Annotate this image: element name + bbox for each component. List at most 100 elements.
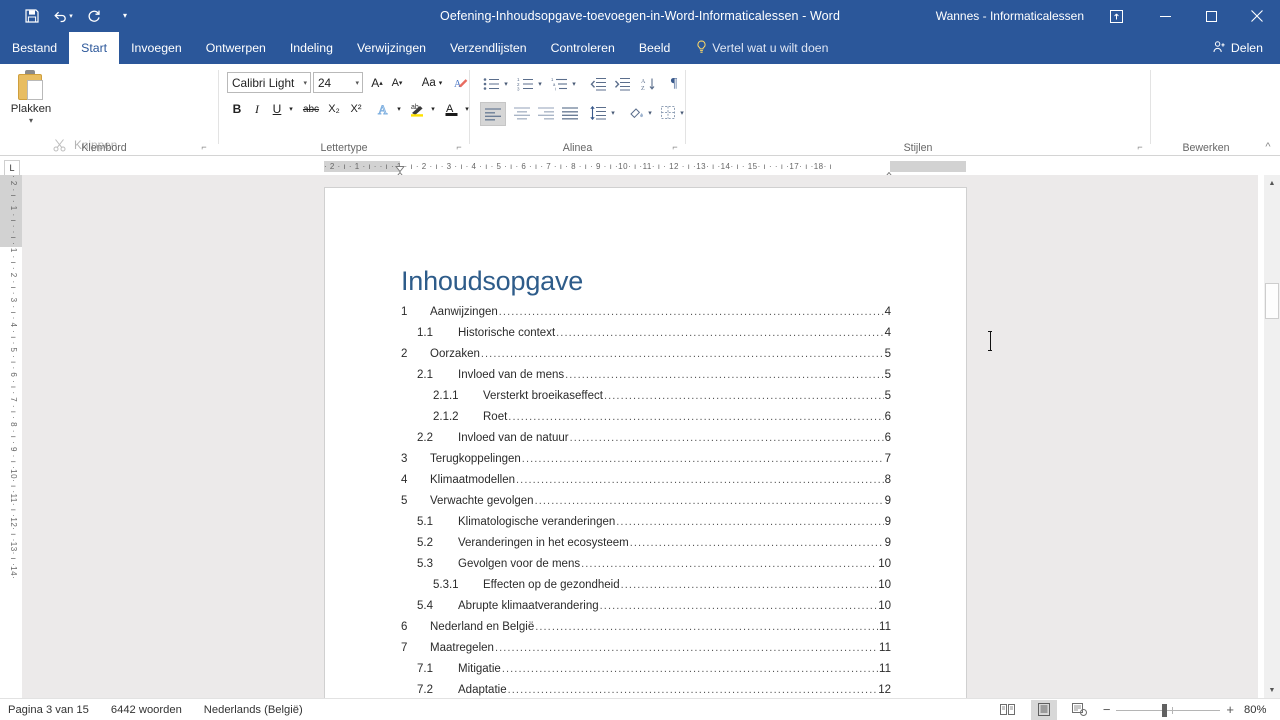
numbering-caret[interactable]: ▾ bbox=[534, 73, 546, 95]
paste-button[interactable]: Plakken ▾ bbox=[10, 68, 52, 134]
text-highlight-caret[interactable]: ▾ bbox=[427, 98, 439, 120]
tab-controleren[interactable]: Controleren bbox=[539, 32, 627, 64]
paste-dropdown-caret[interactable]: ▾ bbox=[29, 116, 33, 125]
toc-entry[interactable]: 5.3.1 Effecten op de gezondheid..........… bbox=[401, 579, 891, 600]
toc-entry[interactable]: 5.1 Klimatologische veranderingen........… bbox=[401, 516, 891, 537]
font-color-button[interactable]: A bbox=[441, 98, 463, 120]
toc-entry[interactable]: 1 Aanwijzingen...........................… bbox=[401, 306, 891, 327]
justify-button[interactable] bbox=[558, 102, 582, 124]
font-name-caret[interactable]: ▾ bbox=[303, 79, 307, 87]
styles-dialog-launcher[interactable]: ⌐ bbox=[1134, 141, 1146, 153]
toc-entry[interactable]: 6 Nederland en België....................… bbox=[401, 621, 891, 642]
align-right-button[interactable] bbox=[534, 102, 558, 124]
zoom-thumb[interactable] bbox=[1162, 703, 1168, 717]
align-center-button[interactable] bbox=[510, 102, 534, 124]
toc-entry[interactable]: 5.2 Veranderingen in het ecosysteem......… bbox=[401, 537, 891, 558]
page-indicator[interactable]: Pagina 3 van 15 bbox=[8, 704, 89, 716]
sort-button[interactable]: AZ bbox=[638, 73, 660, 95]
align-left-button[interactable] bbox=[480, 102, 506, 126]
toc-entry[interactable]: 3 Terugkoppelingen.......................… bbox=[401, 453, 891, 474]
document-page[interactable]: Inhoudsopgave 1 Aanwijzingen.............… bbox=[325, 188, 966, 720]
font-size-caret[interactable]: ▾ bbox=[355, 79, 359, 87]
shading-button[interactable] bbox=[624, 102, 646, 124]
word-count[interactable]: 6442 woorden bbox=[111, 704, 182, 716]
bullets-button[interactable] bbox=[480, 73, 502, 95]
toc-entry[interactable]: 5.3 Gevolgen voor de mens................… bbox=[401, 558, 891, 579]
tab-stop-selector[interactable]: L bbox=[4, 160, 20, 176]
document-canvas[interactable]: Inhoudsopgave 1 Aanwijzingen.............… bbox=[22, 175, 1258, 720]
zoom-slider[interactable]: − + bbox=[1103, 702, 1234, 717]
grow-font-button[interactable]: A ▴ bbox=[367, 72, 387, 94]
share-button[interactable]: Delen bbox=[1203, 36, 1272, 60]
toc-entry[interactable]: 1.1 Historische context..................… bbox=[401, 327, 891, 348]
scroll-down-button[interactable]: ▼ bbox=[1264, 682, 1280, 698]
zoom-in-button[interactable]: + bbox=[1226, 702, 1234, 717]
paragraph-dialog-launcher[interactable]: ⌐ bbox=[669, 141, 681, 153]
line-spacing-button[interactable] bbox=[587, 102, 609, 124]
text-effects-caret[interactable]: ▾ bbox=[393, 98, 405, 120]
clear-formatting-button[interactable]: A bbox=[451, 72, 471, 94]
scroll-up-button[interactable]: ▲ bbox=[1264, 175, 1280, 191]
show-formatting-marks-button[interactable]: ¶ bbox=[665, 73, 683, 95]
multilevel-list-caret[interactable]: ▾ bbox=[568, 73, 580, 95]
increase-indent-button[interactable] bbox=[611, 73, 633, 95]
toc-entry[interactable]: 5 Verwachte gevolgen.....................… bbox=[401, 495, 891, 516]
toc-entry[interactable]: 2.1.2 Roet...............................… bbox=[401, 411, 891, 432]
superscript-button[interactable]: X² bbox=[345, 98, 367, 120]
tab-ontwerpen[interactable]: Ontwerpen bbox=[194, 32, 278, 64]
bullets-caret[interactable]: ▾ bbox=[500, 73, 512, 95]
underline-caret[interactable]: ▾ bbox=[285, 98, 297, 120]
tab-bestand[interactable]: Bestand bbox=[0, 32, 69, 64]
zoom-out-button[interactable]: − bbox=[1103, 702, 1111, 717]
account-name[interactable]: Wannes - Informaticalessen bbox=[936, 0, 1084, 32]
font-size-box[interactable]: 24 ▾ bbox=[313, 72, 363, 93]
zoom-track[interactable] bbox=[1116, 703, 1221, 717]
change-case-button[interactable]: Aa ▾ bbox=[415, 72, 449, 94]
borders-button[interactable] bbox=[658, 102, 678, 124]
table-of-contents[interactable]: 1 Aanwijzingen...........................… bbox=[401, 306, 891, 705]
language-indicator[interactable]: Nederlands (België) bbox=[204, 704, 303, 716]
text-highlight-button[interactable]: ab bbox=[407, 98, 429, 120]
toc-entry[interactable]: 2.2 Invloed van de natuur................… bbox=[401, 432, 891, 453]
toc-entry[interactable]: 2.1.1 Versterkt broeikaseffect...........… bbox=[401, 390, 891, 411]
shrink-font-button[interactable]: A ▾ bbox=[387, 72, 407, 94]
horizontal-ruler[interactable]: · 2 · ı · 1 · ı · · ı · 1 · ı · 2 · ı · … bbox=[0, 157, 1280, 183]
tab-invoegen[interactable]: Invoegen bbox=[119, 32, 194, 64]
ribbon-display-options-button[interactable] bbox=[1096, 0, 1136, 32]
tab-verzendlijsten[interactable]: Verzendlijsten bbox=[438, 32, 539, 64]
vertical-ruler[interactable]: · 2 · ı · 1 · ı · · ı · 1 · ı · 2 · ı · … bbox=[0, 175, 22, 698]
tab-beeld[interactable]: Beeld bbox=[627, 32, 682, 64]
right-indent-marker[interactable] bbox=[883, 165, 895, 178]
tab-start[interactable]: Start bbox=[69, 32, 120, 64]
font-name-box[interactable]: Calibri Light ▾ bbox=[227, 72, 311, 93]
collapse-ribbon-button[interactable]: ^ bbox=[1262, 141, 1274, 153]
subscript-button[interactable]: X₂ bbox=[323, 98, 345, 120]
decrease-indent-button[interactable] bbox=[587, 73, 609, 95]
vertical-scrollbar[interactable]: ▲ ▼ bbox=[1264, 175, 1280, 698]
toc-entry[interactable]: 7 Maatregelen............................… bbox=[401, 642, 891, 663]
tell-me-box[interactable]: Vertel wat u wilt doen bbox=[682, 32, 838, 64]
toc-entry[interactable]: 2.1 Invloed van de mens..................… bbox=[401, 369, 891, 390]
close-button[interactable] bbox=[1234, 0, 1280, 32]
tab-indeling[interactable]: Indeling bbox=[278, 32, 345, 64]
toc-entry[interactable]: 7.1 Mitigatie............................… bbox=[401, 663, 891, 684]
text-effects-button[interactable]: A bbox=[375, 98, 395, 120]
toc-entry[interactable]: 2 Oorzaken...............................… bbox=[401, 348, 891, 369]
font-dialog-launcher[interactable]: ⌐ bbox=[453, 141, 465, 153]
maximize-button[interactable] bbox=[1188, 0, 1234, 32]
underline-button[interactable]: U bbox=[267, 98, 287, 120]
shading-caret[interactable]: ▾ bbox=[644, 102, 656, 124]
web-layout-button[interactable] bbox=[1067, 700, 1093, 720]
toc-entry[interactable]: 5.4 Abrupte klimaatverandering...........… bbox=[401, 600, 891, 621]
clipboard-dialog-launcher[interactable]: ⌐ bbox=[198, 141, 210, 153]
read-mode-button[interactable] bbox=[995, 700, 1021, 720]
scrollbar-thumb[interactable] bbox=[1265, 283, 1279, 319]
bold-button[interactable]: B bbox=[227, 98, 247, 120]
strikethrough-button[interactable]: abc bbox=[299, 98, 323, 120]
multilevel-list-button[interactable]: 1ai bbox=[548, 73, 570, 95]
italic-button[interactable]: I bbox=[247, 98, 267, 120]
toc-entry[interactable]: 4 Klimaatmodellen........................… bbox=[401, 474, 891, 495]
line-spacing-caret[interactable]: ▾ bbox=[607, 102, 619, 124]
zoom-level[interactable]: 80% bbox=[1244, 704, 1272, 716]
minimize-button[interactable] bbox=[1142, 0, 1188, 32]
